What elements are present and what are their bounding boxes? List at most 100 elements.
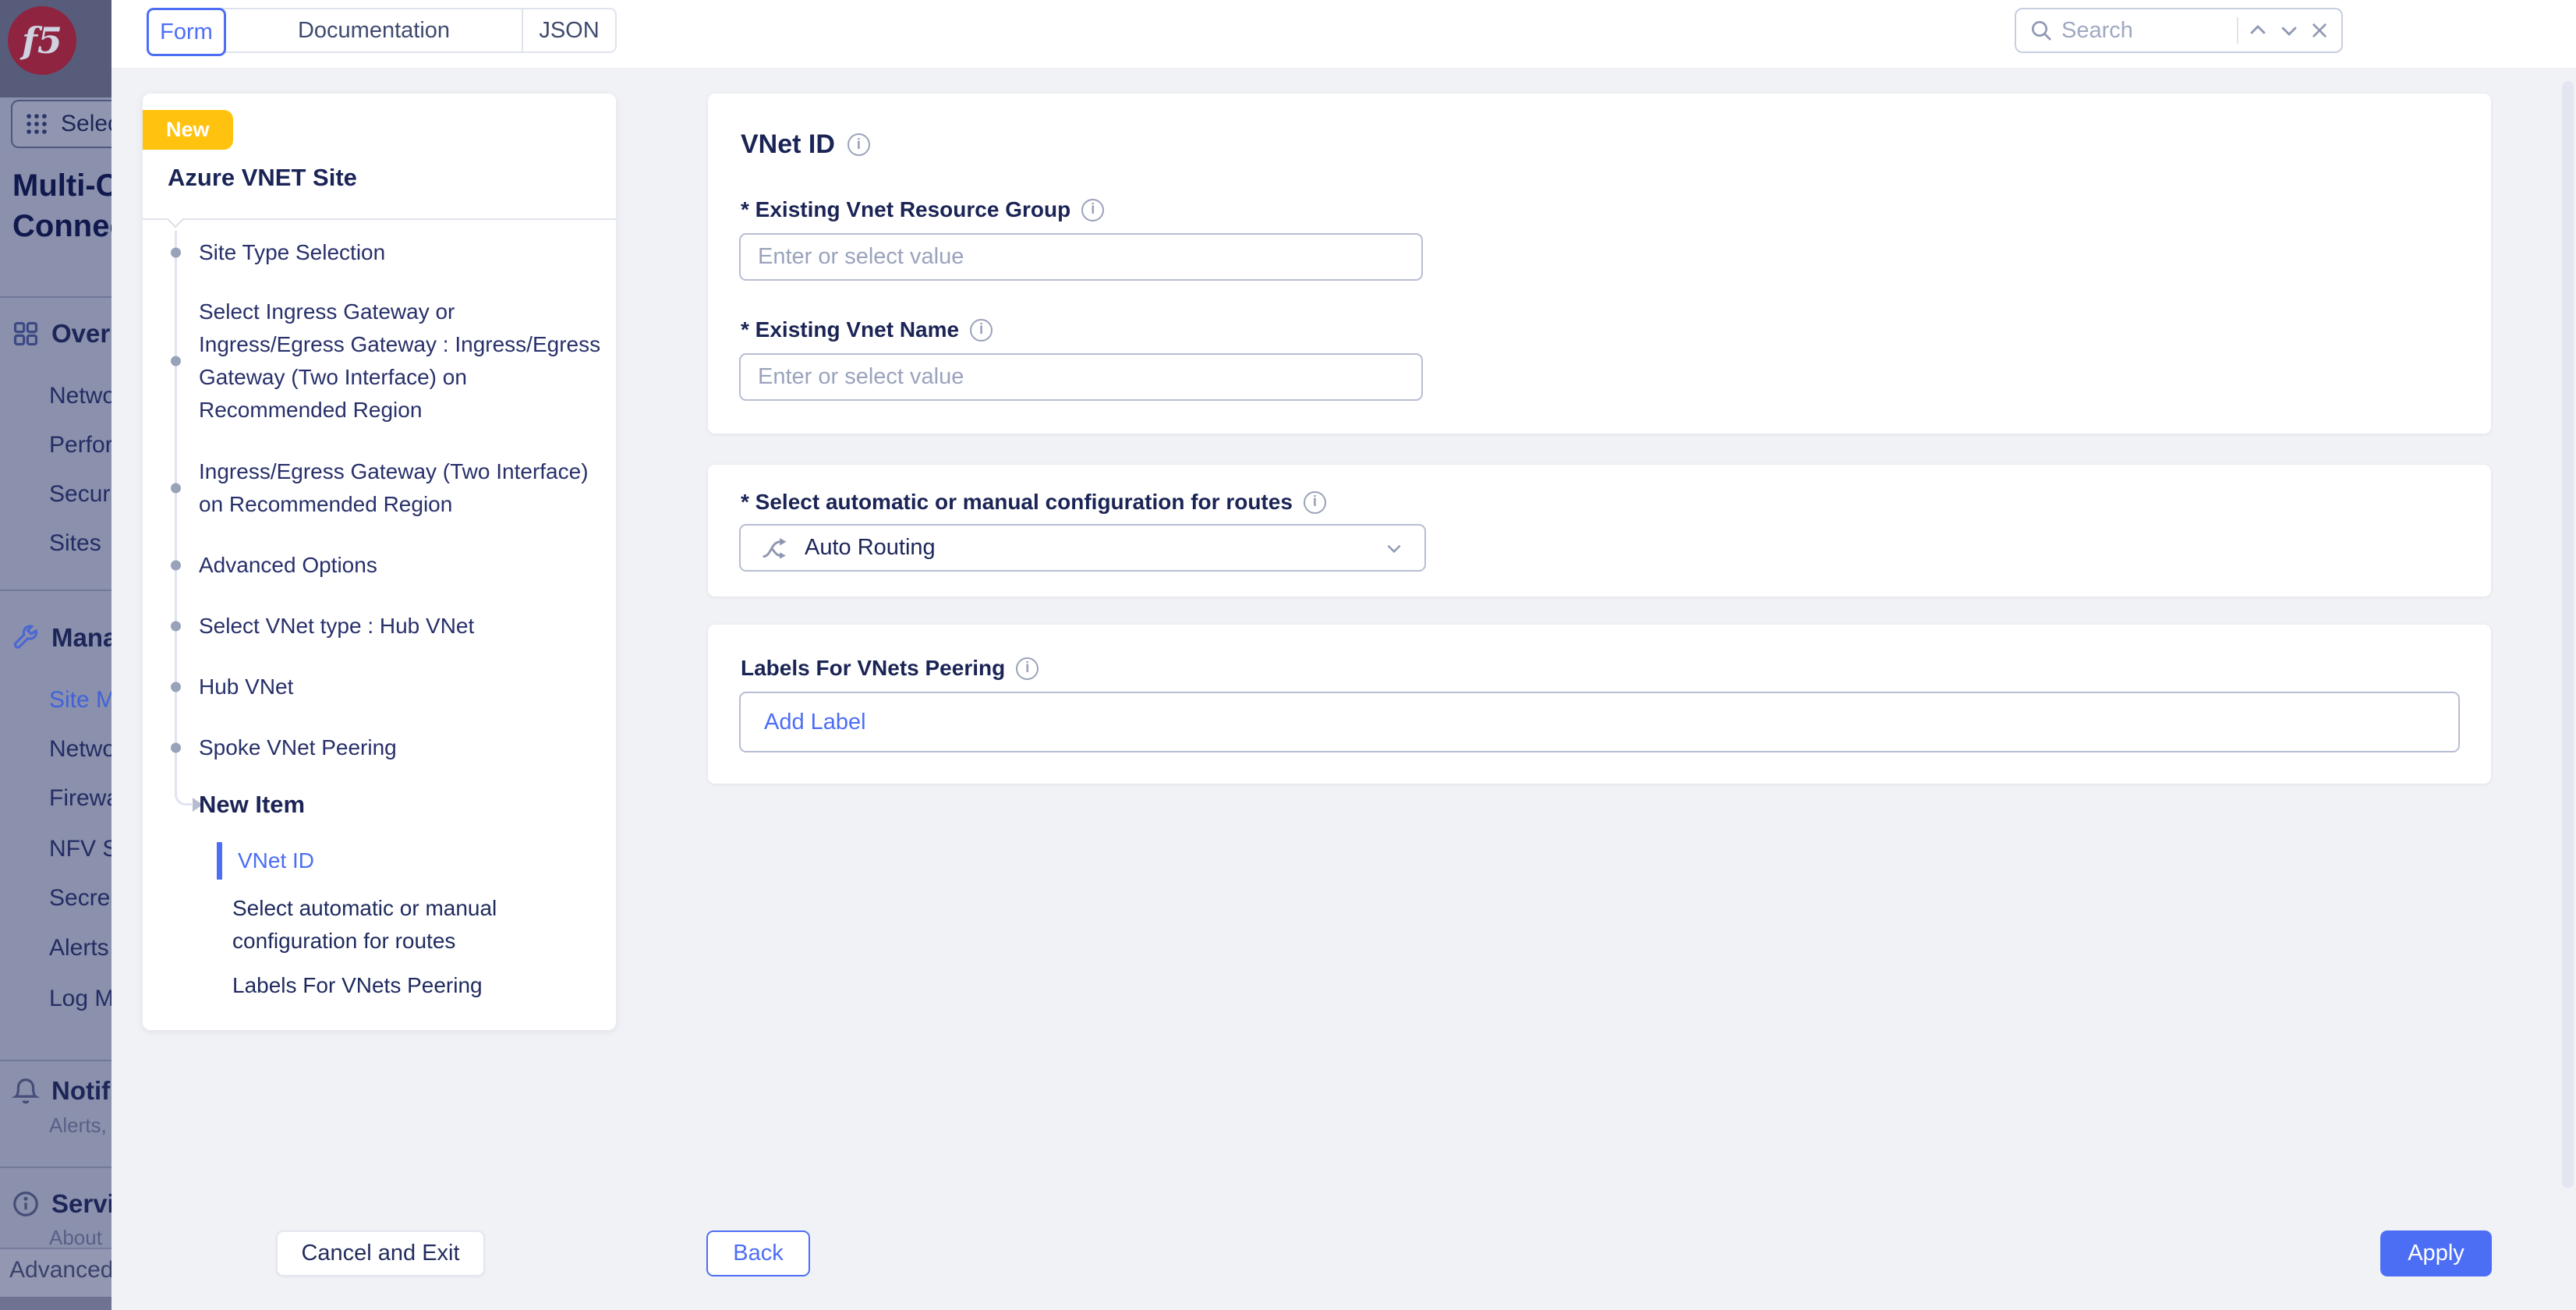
collapse-caret-icon[interactable] [167, 211, 185, 228]
sidebar-item-networking-2[interactable]: Netwo [0, 735, 111, 763]
cancel-and-exit-button[interactable]: Cancel and Exit [276, 1230, 485, 1276]
sidebar-item-label: Site M [49, 687, 111, 713]
sidebar-item-label: Perfor [49, 432, 111, 458]
sidebar-item-label: Secur [49, 481, 110, 508]
sidebar-item-firewall[interactable]: Firewa [0, 784, 111, 813]
bell-icon [11, 1076, 41, 1106]
sidebar-item-nfv-services[interactable]: NFV S [0, 835, 111, 863]
search-prev-icon[interactable] [2246, 19, 2270, 42]
info-icon [11, 1189, 41, 1219]
sidebar-section-subtitle: About [49, 1226, 102, 1250]
search-close-icon[interactable] [2309, 19, 2330, 41]
wizard-step-spoke-vnet-peering[interactable]: Spoke VNet Peering [199, 731, 604, 764]
sidebar-section-overview[interactable]: Over [0, 318, 111, 349]
sidebar-item-security[interactable]: Secur [0, 480, 111, 508]
field-label: * Existing Vnet Resource Group [741, 197, 1070, 222]
wizard-divider [143, 218, 616, 220]
wizard-step-hub-vnet[interactable]: Hub VNet [199, 671, 604, 703]
search-bar[interactable] [2015, 8, 2343, 53]
existing-vnet-name-input[interactable] [739, 353, 1423, 401]
select-service-label: Selec [61, 111, 111, 137]
section-title: VNet ID [741, 129, 835, 160]
field-label: * Existing Vnet Name [741, 317, 959, 342]
routing-select[interactable]: Auto Routing [739, 524, 1426, 572]
sidebar-item-secrets[interactable]: Secre [0, 884, 111, 912]
labels-input-area[interactable]: Add Label [739, 692, 2460, 752]
vertical-scrollbar[interactable] [2562, 81, 2574, 1188]
sidebar-section-subtitle: Alerts, [49, 1114, 107, 1138]
wizard-panel: New Azure VNET Site Site Type Selection … [143, 94, 616, 1030]
sidebar-section-label: Mana [51, 623, 111, 653]
apply-button[interactable]: Apply [2380, 1230, 2492, 1276]
search-input[interactable] [2061, 18, 2229, 44]
wizard-modal-body: New Azure VNET Site Site Type Selection … [111, 69, 2576, 1310]
wizard-title: Azure VNET Site [168, 164, 357, 192]
f5-logo-text: f5 [22, 19, 62, 62]
chevron-down-icon [1382, 536, 1406, 560]
info-icon[interactable]: i [1304, 491, 1326, 514]
grid-icon [11, 319, 41, 349]
sidebar-item-label: NFV S [49, 836, 111, 862]
wizard-timeline [175, 231, 177, 784]
sidebar-item-label: Sites [49, 530, 101, 557]
view-tabs: Form Documentation JSON [147, 8, 617, 53]
wizard-step-site-type-selection[interactable]: Site Type Selection [199, 236, 604, 269]
wizard-step-select-vnet-type[interactable]: Select VNet type : Hub VNet [199, 610, 604, 643]
tab-form[interactable]: Form [147, 8, 226, 56]
search-separator [2237, 17, 2238, 44]
sidebar-divider [0, 1167, 111, 1168]
sidebar-item-networking[interactable]: Netwo [0, 382, 111, 410]
f5-logo[interactable]: f5 [8, 6, 76, 75]
sidebar-item-performance[interactable]: Perfor [0, 431, 111, 459]
sidebar-section-label: Over [51, 319, 110, 349]
info-icon[interactable]: i [1081, 199, 1104, 221]
apps-grid-icon [23, 111, 50, 137]
sidebar-item-site-management[interactable]: Site M [0, 686, 111, 714]
wizard-substep-vnet-id[interactable]: VNet ID [217, 842, 521, 880]
tab-documentation[interactable]: Documentation [226, 9, 523, 51]
sidebar-item-label: Log M [49, 986, 111, 1012]
sidebar-section-services[interactable]: Servi [0, 1188, 111, 1220]
sidebar-item-label: Netwo [49, 383, 111, 409]
sidebar-section-manage[interactable]: Mana [0, 622, 111, 653]
field-label: Labels For VNets Peering [741, 656, 1005, 681]
select-service-button[interactable]: Selec [11, 100, 111, 148]
info-icon[interactable]: i [847, 133, 870, 156]
back-button[interactable]: Back [706, 1230, 810, 1276]
advanced-nav-toggle[interactable]: Advanced n [9, 1257, 111, 1283]
routing-select-value: Auto Routing [805, 535, 1367, 561]
vnet-id-card: VNet ID i * Existing Vnet Resource Group… [708, 94, 2491, 434]
wizard-substep-labels-vnets-peering[interactable]: Labels For VNets Peering [232, 969, 536, 1002]
tab-json[interactable]: JSON [523, 9, 615, 51]
info-icon[interactable]: i [1016, 657, 1039, 680]
route-configuration-card: * Select automatic or manual configurati… [708, 465, 2491, 597]
auto-routing-icon [759, 533, 789, 563]
sidebar-item-label: Secre [49, 885, 110, 912]
add-label-button[interactable]: Add Label [764, 710, 866, 735]
wizard-substep-route-configuration[interactable]: Select automatic or manual configuration… [232, 892, 536, 958]
timeline-elbow [175, 784, 192, 805]
wizard-step-advanced-options[interactable]: Advanced Options [199, 549, 604, 582]
sidebar-bottom-strip [0, 1297, 111, 1310]
search-icon [2029, 18, 2054, 43]
wizard-group-new-item[interactable]: New Item [199, 786, 305, 823]
app-sidebar: f5 Selec Multi-Cl Connec Over Netwo Perf… [0, 0, 111, 1310]
app-logo-area: f5 [0, 0, 111, 97]
workspace-title: Multi-Cl Connec [12, 165, 111, 246]
modal-topbar: Form Documentation JSON [111, 0, 2576, 69]
sidebar-divider [0, 1060, 111, 1061]
workspace-title-line2: Connec [12, 206, 111, 246]
sidebar-item-sites[interactable]: Sites [0, 529, 111, 558]
wrench-icon [11, 623, 41, 653]
sidebar-section-notifications[interactable]: Notif [0, 1075, 111, 1106]
sidebar-item-label: Netwo [49, 736, 111, 763]
search-next-icon[interactable] [2277, 19, 2301, 42]
workspace-title-line1: Multi-Cl [12, 165, 111, 206]
info-icon[interactable]: i [970, 319, 993, 342]
wizard-step-ingress-egress-gateway[interactable]: Ingress/Egress Gateway (Two Interface) o… [199, 455, 604, 521]
sidebar-item-log-management[interactable]: Log M [0, 985, 111, 1013]
existing-vnet-resource-group-input[interactable] [739, 233, 1423, 281]
sidebar-item-alerts[interactable]: Alerts [0, 934, 111, 962]
wizard-step-select-ingress-gateway[interactable]: Select Ingress Gateway or Ingress/Egress… [199, 296, 604, 427]
sidebar-section-label: Notif [51, 1076, 110, 1106]
